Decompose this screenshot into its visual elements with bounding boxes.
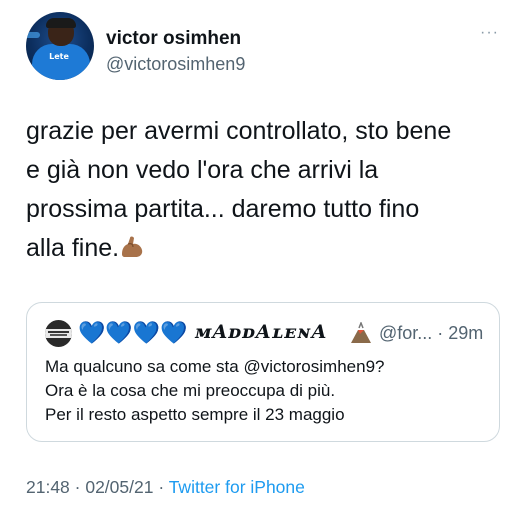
tweet-source-link[interactable]: Twitter for iPhone	[169, 477, 305, 497]
tweet-header: Lete victor osimhen @victorosimhen9 ···	[26, 12, 506, 82]
quoted-author-name: ᴍAᴅᴅAʟᴇɴA	[195, 321, 328, 343]
author-avatar[interactable]: Lete	[26, 12, 94, 80]
avatar-shirt-logo: Lete	[49, 52, 69, 61]
quoted-line: Ma qualcuno sa come sta @victorosimhen9?	[45, 357, 385, 376]
avatar-mask	[46, 18, 76, 28]
avatar-band-text	[50, 334, 67, 336]
more-options-icon[interactable]: ···	[480, 24, 499, 42]
quoted-tweet-header: 💙💙💙💙 ᴍAᴅᴅAʟᴇɴA @for... · 29m	[45, 319, 485, 347]
tweet-line-text: alla fine.	[26, 234, 120, 262]
author-handle[interactable]: @victorosimhen9	[106, 54, 245, 75]
quoted-line: Ora è la cosa che mi preoccupa di più.	[45, 381, 336, 400]
avatar-light-streak	[26, 32, 40, 38]
quoted-author-avatar	[45, 320, 72, 347]
avatar-shirt	[32, 44, 90, 80]
tweet-line: prossima partita... daremo tutto fino	[26, 195, 420, 223]
tweet-line: e già non vedo l'ora che arrivi la	[26, 156, 379, 184]
quoted-line: Per il resto aspetto sempre il 23 maggio	[45, 405, 345, 424]
tweet-meta: 21:48 · 02/05/21 · Twitter for iPhone	[26, 477, 305, 498]
author-display-name[interactable]: victor osimhen	[106, 28, 241, 50]
avatar-band-text	[48, 331, 69, 333]
tweet-text: grazie per avermi controllato, sto bene …	[26, 112, 496, 268]
quoted-tweet-text: Ma qualcuno sa come sta @victorosimhen9?…	[45, 355, 485, 427]
volcano-icon	[351, 322, 371, 343]
tweet-timestamp[interactable]: 21:48 · 02/05/21 ·	[26, 477, 169, 497]
flexed-biceps-icon	[122, 236, 143, 257]
quoted-tweet-card[interactable]: 💙💙💙💙 ᴍAᴅᴅAʟᴇɴA @for... · 29m Ma qualcuno…	[26, 302, 500, 442]
quoted-handle-time: @for... · 29m	[379, 323, 484, 343]
tweet-line-last: alla fine.	[26, 229, 496, 268]
blue-hearts-icon: 💙💙💙💙	[78, 320, 188, 345]
tweet-line: grazie per avermi controllato, sto bene	[26, 117, 452, 145]
